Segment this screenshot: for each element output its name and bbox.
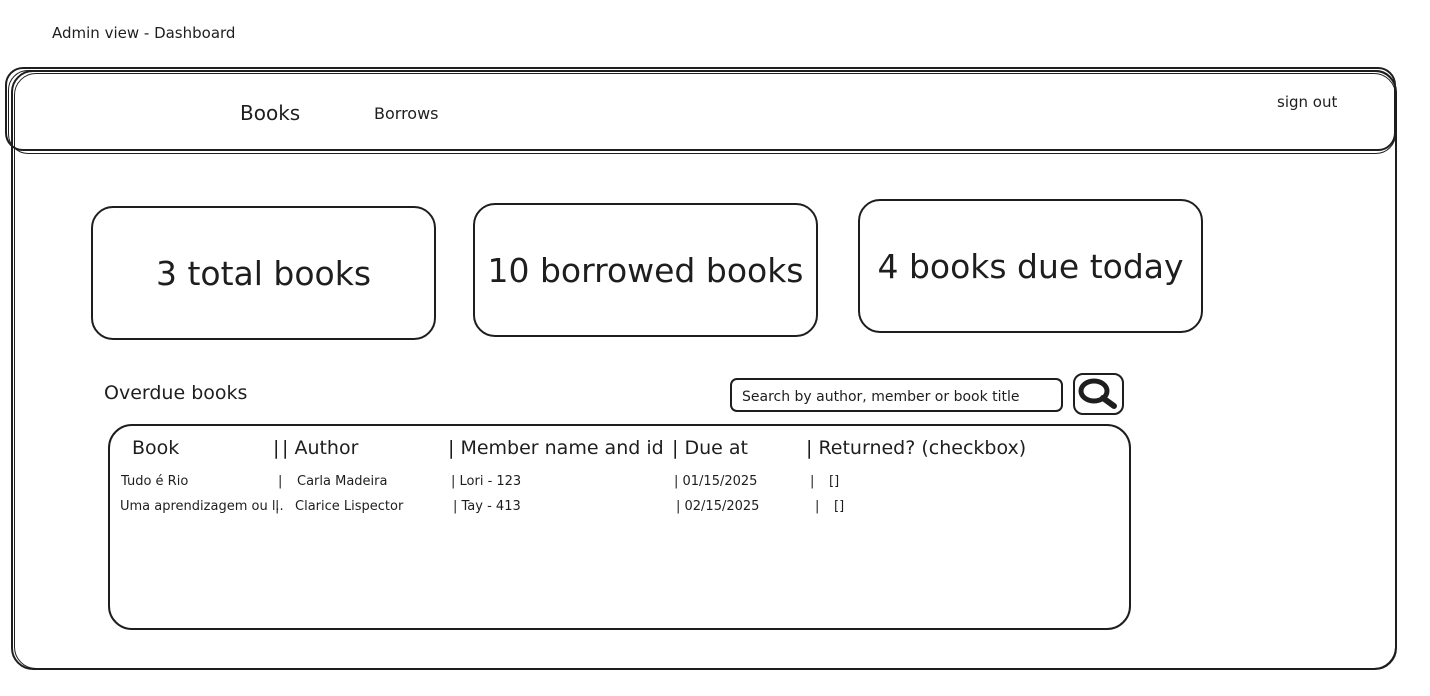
total-books-card: 3 total books	[91, 206, 436, 340]
table-row-2-member: | Tay - 413	[453, 499, 521, 514]
column-header-member: | Member name and id	[448, 437, 664, 459]
page-caption: Admin view - Dashboard	[52, 24, 236, 42]
table-row-1-member: | Lori - 123	[451, 474, 522, 489]
total-books-text: 3 total books	[155, 253, 372, 293]
nav-books-link[interactable]: Books	[240, 101, 300, 125]
search-field[interactable]	[730, 378, 1063, 412]
column-header-book: Book	[132, 437, 180, 459]
table-row-1-due-at: | 01/15/2025	[674, 474, 758, 489]
borrowed-books-card: 10 borrowed books	[473, 203, 818, 337]
due-today-card: 4 books due today	[858, 199, 1203, 333]
table-row-2-returned-checkbox[interactable]: []	[834, 499, 844, 514]
due-today-text: 4 books due today	[877, 246, 1184, 286]
table-row-1-book: Tudo é Rio	[121, 474, 189, 489]
column-separator: |	[273, 437, 280, 459]
table-row-2-due-at: | 02/15/2025	[676, 499, 760, 514]
overdue-books-title: Overdue books	[104, 382, 248, 404]
column-header-returned: | Returned? (checkbox)	[806, 437, 1027, 459]
table-row-2-author: Clarice Lispector	[295, 499, 404, 514]
table-row-2-book: Uma aprendizagem ou l..	[120, 499, 284, 514]
table-row-1-separator-2: |	[810, 474, 815, 489]
magnifier-icon	[1078, 378, 1117, 409]
column-header-due-at: | Due at	[672, 437, 748, 459]
borrowed-books-text: 10 borrowed books	[487, 250, 804, 290]
table-row-2-separator: |	[275, 499, 280, 514]
table-row-1-author: Carla Madeira	[297, 474, 388, 489]
table-row-1-separator: |	[278, 474, 283, 489]
column-header-author: | Author	[282, 437, 359, 459]
sign-out-link[interactable]: sign out	[1277, 93, 1337, 111]
table-row-2-separator-2: |	[815, 499, 820, 514]
nav-borrows-link[interactable]: Borrows	[374, 104, 439, 123]
table-row-1-returned-checkbox[interactable]: []	[829, 474, 839, 489]
top-navbar-sketch-line	[8, 70, 1396, 154]
search-button[interactable]	[1073, 373, 1124, 415]
search-input[interactable]	[740, 384, 1058, 410]
